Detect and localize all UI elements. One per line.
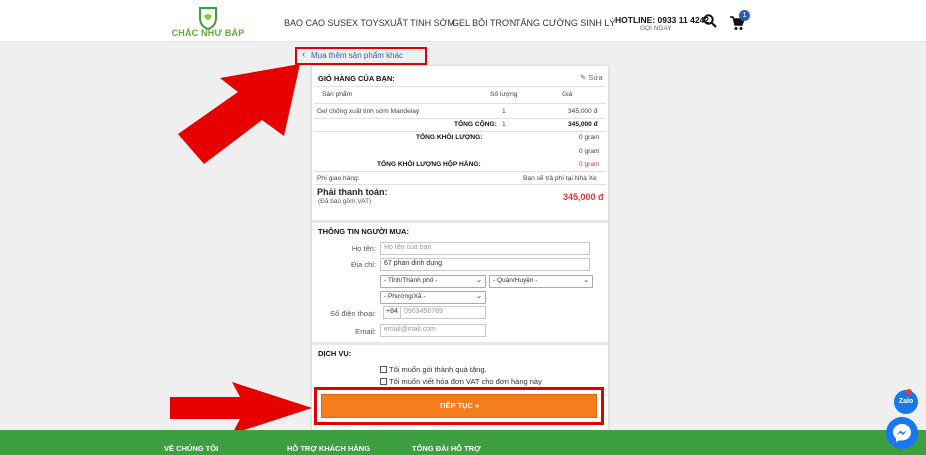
continue-shopping-label: Mua thêm sản phẩm khác xyxy=(311,51,404,60)
footer-hotline-heading: TỔNG ĐÀI HỖ TRỢ xyxy=(412,444,481,453)
total-weight-label: TỔNG KHỐI LƯỢNG: xyxy=(416,134,483,141)
divider xyxy=(314,184,606,185)
messenger-icon xyxy=(893,424,911,442)
nav-item-sex-toys[interactable]: SEX TOYS xyxy=(340,18,385,28)
column-header-price: Giá xyxy=(562,91,573,98)
divider xyxy=(314,86,606,87)
address-label: Địa chỉ: xyxy=(350,260,376,269)
amount-due-label: Phải thanh toán: xyxy=(317,187,388,197)
vat-invoice-checkbox[interactable] xyxy=(380,378,387,385)
gift-wrap-label: Tôi muốn gói thành quà tặng. xyxy=(389,365,487,374)
messenger-chat-button[interactable] xyxy=(886,417,918,449)
phone-input[interactable]: 0903456789 xyxy=(400,306,486,319)
footer-about-heading: VỀ CHÚNG TÔI xyxy=(164,444,219,453)
section-divider xyxy=(312,220,608,223)
ward-select[interactable]: - Phường/Xã - ⌄ xyxy=(380,291,486,304)
email-input[interactable]: email@mail.com xyxy=(380,324,486,337)
cart-item-name: Gel chống xuất tinh sớm Mandelay xyxy=(317,108,420,115)
divider xyxy=(314,118,606,119)
chevron-down-icon: ⌄ xyxy=(476,293,482,300)
vat-invoice-label: Tôi muốn viết hóa đơn VAT cho đơn hàng n… xyxy=(389,377,542,386)
district-select[interactable]: - Quận/Huyện - ⌄ xyxy=(489,275,593,288)
nav-item-tang-cuong-sinh-ly[interactable]: TĂNG CƯỜNG SINH LÝ xyxy=(515,18,615,28)
vat-note: (Đã bao gồm VAT) xyxy=(318,198,372,205)
footer-support-heading: HỖ TRỢ KHÁCH HÀNG xyxy=(287,444,371,453)
cart-item-price: 345,000 đ xyxy=(568,108,598,115)
search-icon[interactable] xyxy=(703,14,717,28)
shipping-value: Bạn sẽ trả phí tại Nhà Xe xyxy=(523,175,597,182)
annotation-arrow-icon xyxy=(170,382,312,434)
notification-dot xyxy=(906,389,912,395)
phone-country-code[interactable]: +84 xyxy=(383,306,401,319)
checkout-panel: GIỎ HÀNG CỦA BẠN: ✎ Sửa Sản phẩm Số lượn… xyxy=(312,66,608,430)
site-footer: VỀ CHÚNG TÔI HỖ TRỢ KHÁCH HÀNG TỔNG ĐÀI … xyxy=(0,430,926,455)
call-now-label[interactable]: GỌI NGAY xyxy=(640,25,672,32)
nav-item-gel-boi-tron[interactable]: GEL BÔI TRƠN xyxy=(452,18,516,28)
total-quantity: 1 xyxy=(502,121,506,128)
chevron-down-icon: ⌄ xyxy=(476,277,482,284)
total-weight-value: 0 gram xyxy=(579,134,600,141)
chevron-left-icon: ‹ xyxy=(302,49,306,60)
divider xyxy=(314,103,606,104)
service-title: DỊCH VỤ: xyxy=(318,349,352,358)
province-select-value: - Tỉnh/Thành phố - xyxy=(384,277,438,284)
nav-item-bao-cao-su[interactable]: BAO CAO SU xyxy=(284,18,340,28)
column-header-quantity: Số lượng xyxy=(490,91,518,98)
phone-label: Số điện thoại: xyxy=(330,309,376,318)
cart-item-quantity: 1 xyxy=(502,108,506,115)
province-select[interactable]: - Tỉnh/Thành phố - ⌄ xyxy=(380,275,486,288)
edit-icon: ✎ xyxy=(580,73,587,82)
edit-cart-button[interactable]: ✎ Sửa xyxy=(580,73,603,82)
ward-select-value: - Phường/Xã - xyxy=(384,293,426,300)
divider xyxy=(314,171,606,172)
logo-shield-icon xyxy=(199,7,217,31)
continue-button[interactable]: TIẾP TỤC » xyxy=(321,394,597,418)
box-weight-label: TỔNG KHỐI LƯỢNG HỘP HÀNG: xyxy=(377,161,481,168)
annotation-arrow-icon xyxy=(178,64,300,164)
total-weight-value-2: 0 gram xyxy=(579,148,600,155)
column-header-product: Sản phẩm xyxy=(322,91,353,98)
hotline[interactable]: HOTLINE: 0933 11 4242 xyxy=(615,15,709,25)
total-label: TỔNG CỘNG: xyxy=(454,121,497,128)
cart-title: GIỎ HÀNG CỦA BẠN: xyxy=(318,74,395,83)
email-label: Email: xyxy=(355,327,376,336)
site-header: CHẮC NHƯ BẮP BAO CAO SU SEX TOYS XUẤT TI… xyxy=(0,0,926,42)
logo-text: CHẮC NHƯ BẮP xyxy=(171,28,245,38)
edit-label: Sửa xyxy=(588,73,603,82)
divider xyxy=(314,131,606,132)
buyer-info-title: THÔNG TIN NGƯỜI MUA: xyxy=(318,227,409,236)
chevron-down-icon: ⌄ xyxy=(583,277,589,284)
nav-item-xuat-tinh-som[interactable]: XUẤT TINH SỚM xyxy=(384,18,455,28)
section-divider xyxy=(312,342,608,345)
cart-count-badge: 1 xyxy=(739,10,750,21)
continue-shopping-link[interactable]: ‹ Mua thêm sản phẩm khác xyxy=(295,47,427,65)
name-input[interactable]: Họ tên của bạn xyxy=(380,242,590,255)
gift-wrap-checkbox[interactable] xyxy=(380,366,387,373)
amount-due-value: 345,000 đ xyxy=(563,192,604,202)
box-weight-value: 0 gram xyxy=(579,161,600,168)
total-price: 345,000 đ xyxy=(568,121,598,128)
site-logo[interactable]: CHẮC NHƯ BẮP xyxy=(168,6,248,40)
name-label: Họ tên: xyxy=(351,244,376,253)
district-select-value: - Quận/Huyện - xyxy=(493,277,538,284)
address-input[interactable]: 67 phan dinh dung xyxy=(380,258,590,271)
shipping-label: Phí giao hàng: xyxy=(317,175,360,182)
